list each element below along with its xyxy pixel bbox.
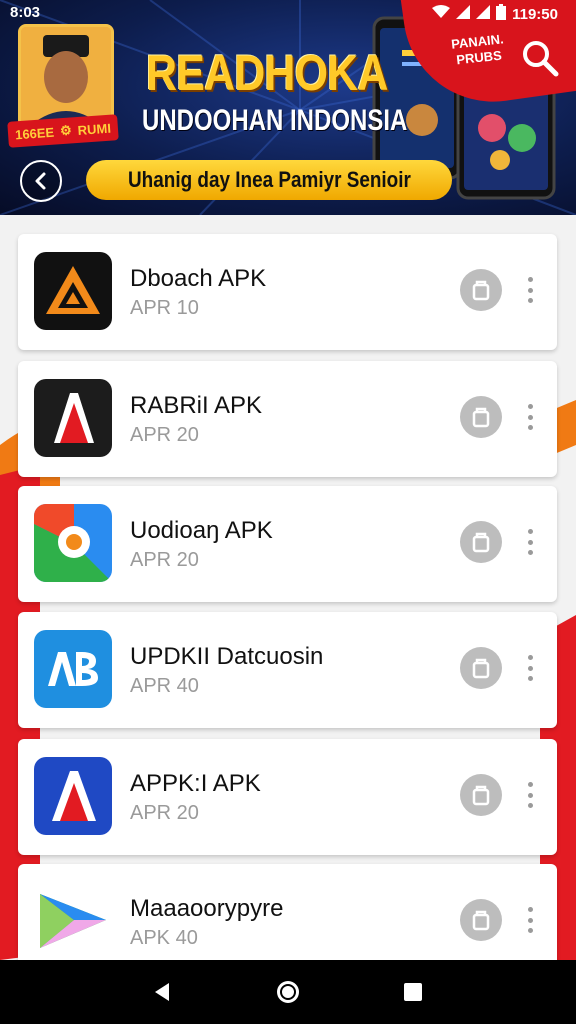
nav-recent-button[interactable]: [393, 972, 433, 1012]
download-icon: [472, 658, 490, 679]
wifi-icon: [432, 5, 451, 23]
promo-text: PANAIN. PRUBS: [450, 31, 506, 68]
app-name: APPK:I APK: [130, 770, 261, 797]
list-item[interactable]: APPK:I APK APR 20: [18, 739, 557, 855]
more-vert-icon[interactable]: [520, 274, 540, 306]
app-version: APR 20: [130, 424, 199, 446]
nav-home-button[interactable]: [268, 972, 308, 1012]
more-vert-icon[interactable]: [520, 904, 540, 936]
banner-subtitle: UNDOOHAN INDONSIA: [142, 104, 408, 137]
download-icon: [472, 785, 490, 806]
header-banner: 8:03 119:50 PANAIN. PRUBS 166EE ⚙ RUMI R…: [0, 0, 576, 215]
download-icon: [472, 532, 490, 553]
color-gear-icon: [34, 504, 112, 582]
app-version: APR 20: [130, 802, 199, 824]
download-button[interactable]: [460, 774, 502, 816]
nav-back-button[interactable]: [143, 972, 183, 1012]
status-icons: 119:50: [432, 4, 558, 24]
download-button[interactable]: [460, 521, 502, 563]
app-name: Maaaoorypyre: [130, 895, 284, 922]
app-name: Dboach APK: [130, 265, 267, 292]
badge-left-text: 166EE: [14, 124, 55, 142]
banner-title: READHOKA: [146, 45, 388, 101]
app-name: UPDKII Datcuosin: [130, 643, 324, 670]
battery-icon: [496, 4, 507, 24]
download-button[interactable]: [460, 396, 502, 438]
app-version: APR 20: [130, 549, 199, 571]
app-version: APK 40: [130, 927, 198, 949]
signal-icon-2: [476, 5, 491, 23]
banner-pill-text: Uhanig day Inea Pamiyr Senioir: [127, 167, 411, 192]
download-icon: [472, 910, 490, 931]
red-a-logo-icon: [34, 379, 112, 457]
colorful-play-icon: [34, 882, 112, 960]
download-icon: [472, 407, 490, 428]
nav-recent-icon: [404, 983, 423, 1001]
more-vert-icon[interactable]: [520, 652, 540, 684]
download-button[interactable]: [460, 269, 502, 311]
avatar: [18, 24, 114, 128]
signal-icon: [456, 5, 471, 23]
chevron-left-icon: [35, 172, 46, 190]
status-time: 8:03: [10, 4, 41, 21]
more-vert-icon[interactable]: [520, 779, 540, 811]
download-icon: [472, 280, 490, 301]
banner-pill[interactable]: Uhanig day Inea Pamiyr Senioir: [86, 160, 452, 200]
ab-blue-icon: [34, 630, 112, 708]
list-item[interactable]: Dboach APK APR 10: [18, 234, 557, 350]
orange-triangle-icon: [34, 252, 112, 330]
badge-emblem-icon: ⚙: [59, 122, 73, 139]
badge-right-text: RUMI: [77, 120, 112, 138]
nav-back-icon: [154, 983, 169, 1001]
list-item[interactable]: Uodioaŋ APK APR 20: [18, 486, 557, 602]
download-button[interactable]: [460, 647, 502, 689]
status-bar: 8:03 119:50: [0, 0, 576, 26]
app-name: Uodioaŋ APK: [130, 517, 273, 544]
list-item[interactable]: RABRiI APK APR 20: [18, 361, 557, 477]
more-vert-icon[interactable]: [520, 401, 540, 433]
list-item[interactable]: UPDKII Datcuosin APR 40: [18, 612, 557, 728]
search-icon: [523, 41, 559, 77]
back-button[interactable]: [20, 160, 62, 202]
nav-home-icon: [276, 981, 299, 1003]
navigation-bar: [0, 960, 576, 1024]
search-button[interactable]: [518, 36, 562, 80]
download-button[interactable]: [460, 899, 502, 941]
blue-a-logo-icon: [34, 757, 112, 835]
app-version: APR 10: [130, 297, 199, 319]
app-name: RABRiI APK: [130, 392, 263, 419]
status-clock-right: 119:50: [512, 5, 558, 23]
app-version: APR 40: [130, 675, 199, 697]
more-vert-icon[interactable]: [520, 526, 540, 558]
